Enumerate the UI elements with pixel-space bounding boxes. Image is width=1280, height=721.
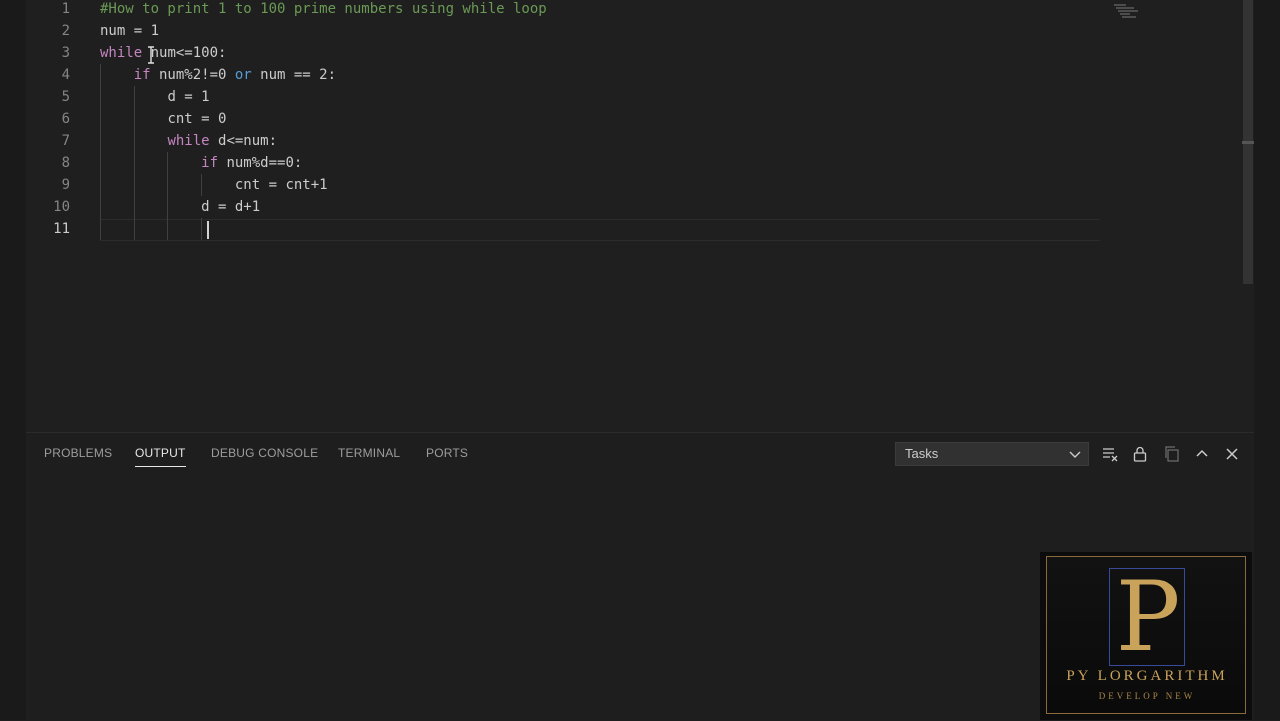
current-line-highlight: [100, 219, 1100, 241]
line-number: 6: [61, 111, 70, 127]
code-token: if: [201, 155, 219, 171]
code-token: num%d==0:: [218, 155, 303, 171]
logo-tagline: DEVELOP NEW: [1098, 691, 1196, 701]
indent-guide: [167, 152, 169, 240]
clear-output-button[interactable]: [1101, 445, 1119, 463]
lock-scroll-button[interactable]: [1131, 445, 1149, 463]
code-token: #How to print 1 to 100 prime numbers usi…: [100, 1, 547, 17]
output-channel-select[interactable]: Tasks: [895, 442, 1089, 466]
code-line[interactable]: while d<=num:: [167, 130, 277, 152]
code-line[interactable]: #How to print 1 to 100 prime numbers usi…: [100, 0, 547, 20]
code-line[interactable]: if num%d==0:: [201, 152, 302, 174]
tab-terminal[interactable]: TERMINAL: [338, 446, 400, 466]
line-number: 1: [61, 1, 70, 17]
lock-scroll-icon: [1133, 446, 1147, 462]
code-token: while: [167, 133, 210, 149]
vscode-window: 1 2 3 4 5 6 7 8 9 10 11 #How to print 1 to 100 pri…: [0, 0, 1280, 721]
code-line[interactable]: d = d+1: [201, 196, 260, 218]
code-editor[interactable]: 1 2 3 4 5 6 7 8 9 10 11 #How to print 1 to 100 pri…: [26, 0, 1254, 432]
code-line[interactable]: if num%2!=0 or num == 2:: [134, 64, 336, 86]
code-token: cnt = cnt+1: [234, 177, 328, 193]
ibeam-mouse-cursor-icon: [148, 46, 154, 64]
line-number: 2: [61, 23, 70, 39]
maximize-panel-button[interactable]: [1193, 445, 1211, 463]
maximize-panel-icon: [1196, 449, 1208, 457]
text-cursor: [207, 221, 209, 239]
line-number: 5: [61, 89, 70, 105]
tab-output[interactable]: OUTPUT: [135, 446, 186, 467]
logo-letter-box: P: [1109, 563, 1185, 671]
output-channel-label: Tasks: [905, 446, 939, 461]
logo-frame: P PY LORGARITHM DEVELOP NEW: [1046, 556, 1246, 714]
indent-guide: [100, 64, 101, 240]
open-output-in-editor-button[interactable]: [1163, 445, 1181, 463]
tab-debug-console[interactable]: DEBUG CONSOLE: [211, 446, 318, 466]
logo-name: PY LORGARITHM: [1066, 668, 1228, 684]
code-token: d = d+1: [201, 199, 261, 215]
open-editor-icon: [1165, 446, 1179, 462]
logo-letter: P: [1115, 561, 1181, 673]
line-number: 4: [61, 67, 70, 83]
close-panel-icon: [1226, 448, 1238, 460]
code-token: while: [100, 45, 143, 61]
code-line[interactable]: cnt = cnt+1: [235, 174, 328, 196]
line-number: 7: [61, 133, 70, 149]
code-token: d<=num:: [209, 133, 278, 149]
code-token: cnt = 0: [167, 111, 227, 127]
line-number: 10: [53, 199, 70, 215]
chevron-down-icon: [1069, 451, 1081, 458]
code-token: or: [234, 67, 252, 83]
code-line[interactable]: while num<=100:: [100, 42, 226, 64]
indent-guide: [201, 218, 203, 240]
scrollbar-cursor-marker: [1242, 141, 1254, 144]
channel-logo-watermark: P PY LORGARITHM DEVELOP NEW: [1040, 552, 1252, 720]
code-line[interactable]: num = 1: [100, 20, 159, 42]
clear-output-icon: [1103, 448, 1118, 462]
indent-guide: [133, 86, 135, 240]
line-number: 9: [61, 177, 70, 193]
tab-ports[interactable]: PORTS: [426, 446, 468, 466]
letterbox-right: [1254, 0, 1280, 720]
indent-guide: [201, 174, 203, 196]
minimap-icon[interactable]: [1112, 2, 1144, 22]
code-token: if: [133, 67, 151, 83]
line-number: 3: [61, 45, 70, 61]
line-number: 8: [61, 155, 70, 171]
close-panel-button[interactable]: [1223, 445, 1241, 463]
line-number-gutter: 1 2 3 4 5 6 7 8 9 10 11: [26, 0, 86, 432]
tab-problems[interactable]: PROBLEMS: [44, 446, 112, 466]
code-line[interactable]: d = 1: [167, 86, 209, 108]
letterbox-left: [0, 0, 26, 720]
code-line[interactable]: cnt = 0: [167, 108, 226, 130]
line-number: 11: [53, 221, 70, 237]
code-token: d = 1: [167, 89, 210, 105]
code-token: num<=100:: [142, 45, 227, 61]
code-token: num = 1: [100, 23, 160, 39]
code-token: num%2!=0: [150, 67, 235, 83]
code-token: num == 2:: [251, 67, 337, 83]
